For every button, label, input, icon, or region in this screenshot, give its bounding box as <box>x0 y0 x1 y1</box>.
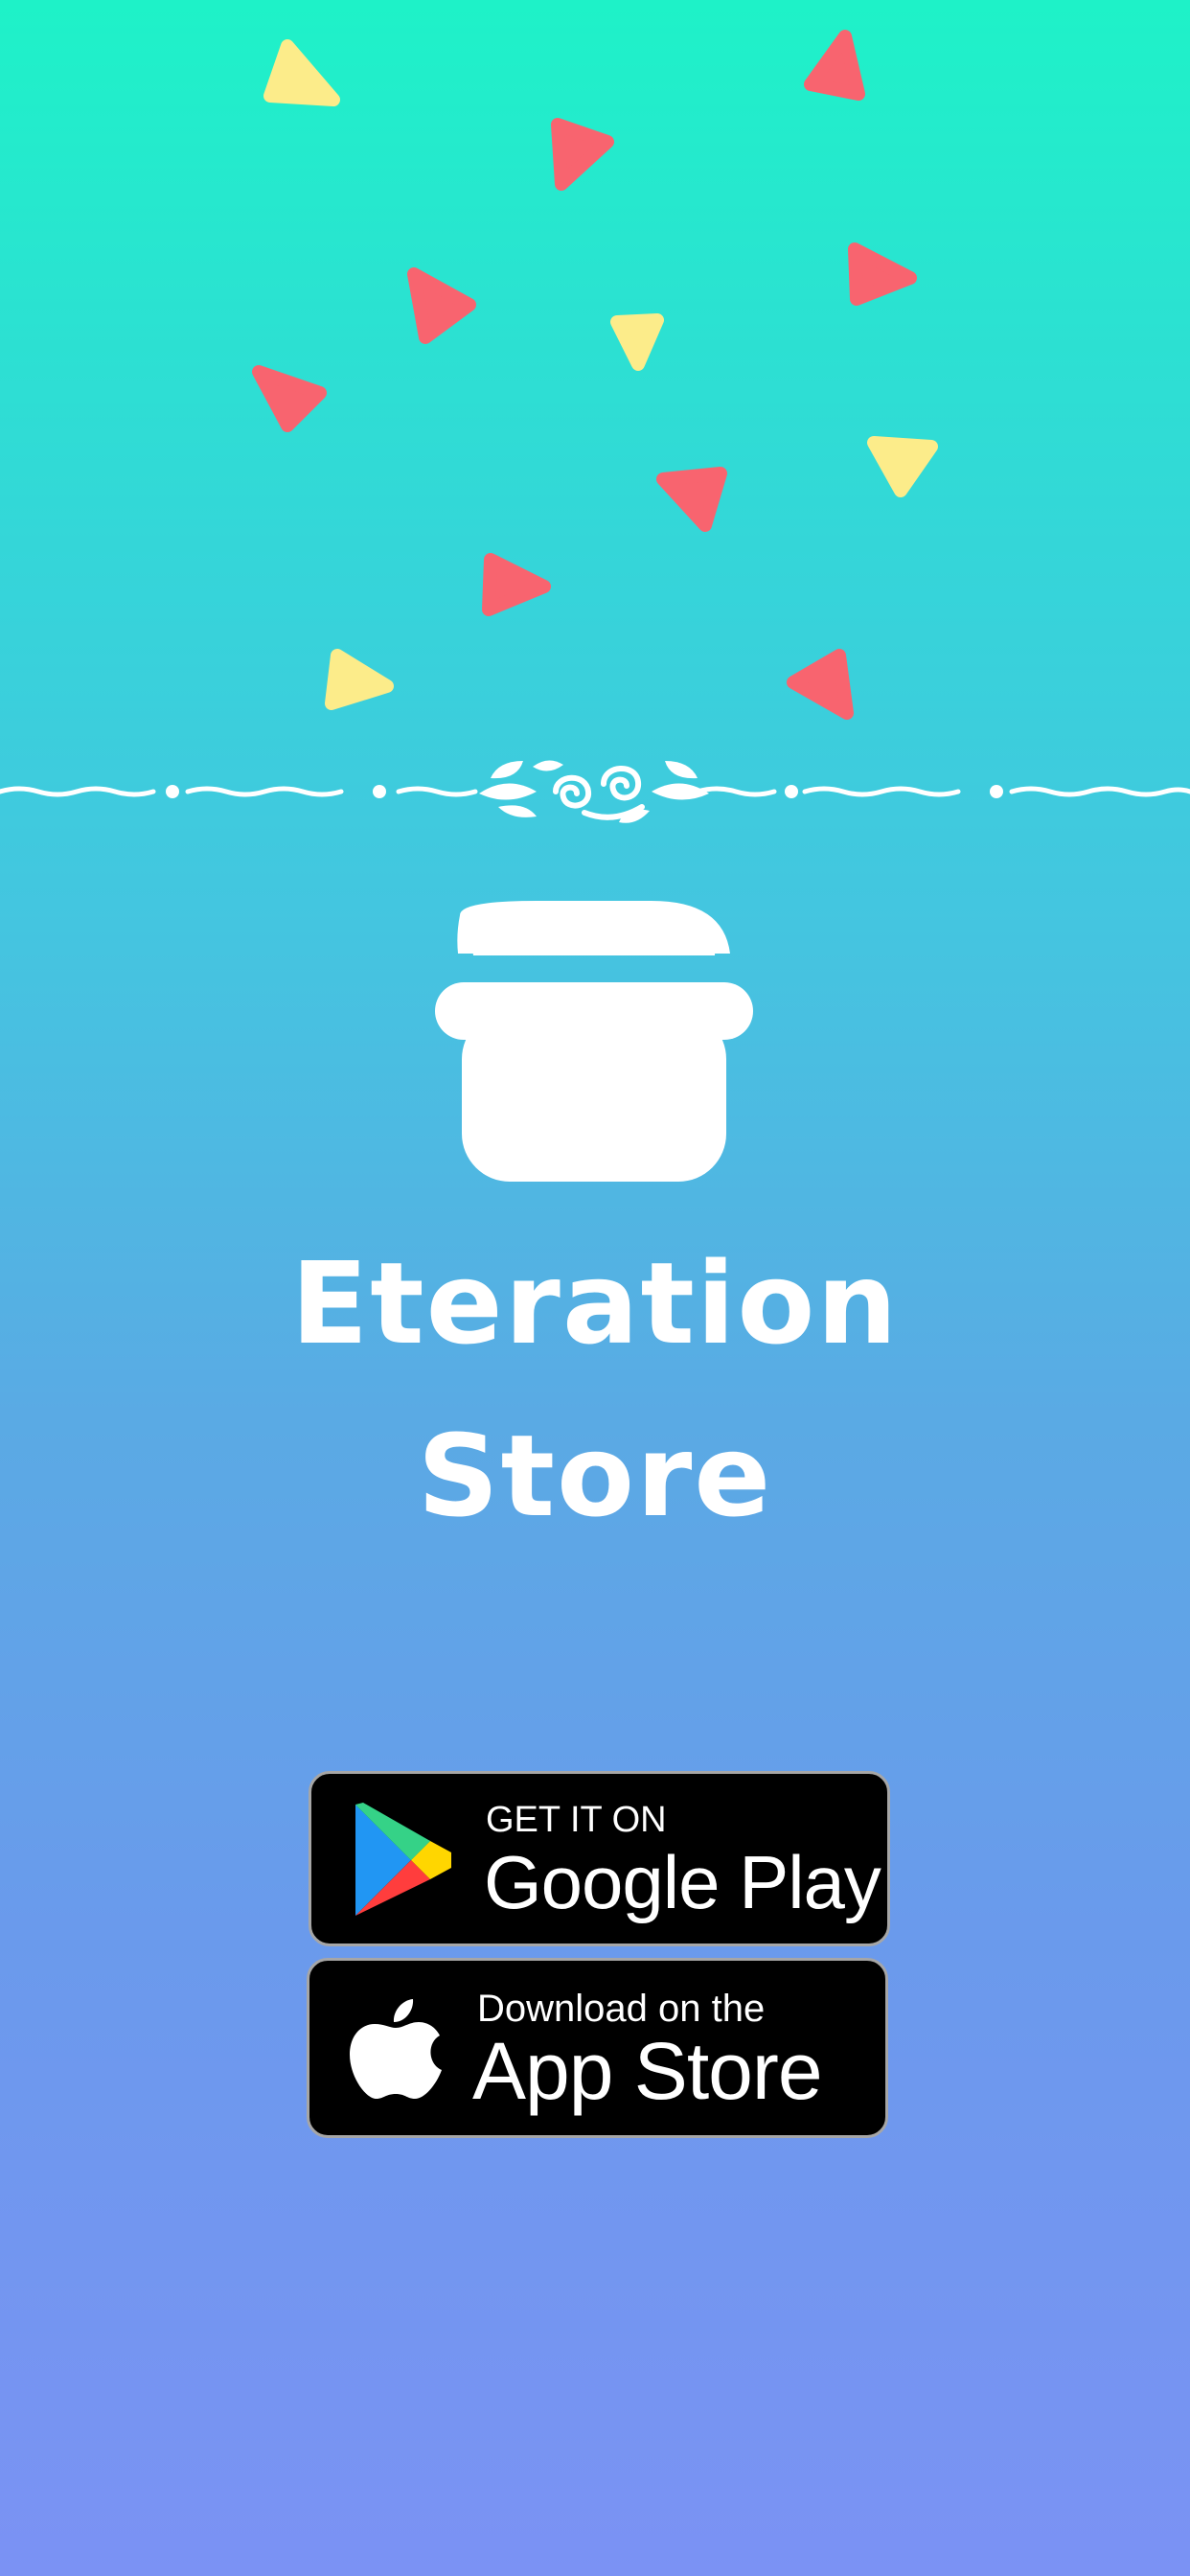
confetti-yellow-2 <box>610 313 664 371</box>
google-play-badge[interactable]: GET IT ON Google Play <box>309 1771 890 1946</box>
google-play-small-text: GET IT ON <box>486 1800 667 1840</box>
apple-icon <box>350 1999 442 2099</box>
app-title-line1: Eteration <box>290 1237 900 1369</box>
google-play-big-text: Google Play <box>484 1840 881 1924</box>
pot-icon <box>435 901 753 1182</box>
google-play-icon <box>355 1803 451 1916</box>
confetti-red-1 <box>804 30 865 101</box>
confetti-red-7 <box>482 553 551 616</box>
app-store-badge[interactable]: Download on the App Store <box>307 1958 888 2138</box>
confetti-red-2 <box>551 118 614 191</box>
confetti-red-8 <box>787 649 854 720</box>
confetti-yellow-1 <box>263 39 340 106</box>
confetti-yellow-4 <box>325 649 394 710</box>
confetti-red-6 <box>656 467 727 532</box>
app-title-line2: Store <box>417 1410 773 1542</box>
confetti-yellow-3 <box>867 436 938 497</box>
confetti-red-3 <box>848 242 917 306</box>
confetti-decoration <box>252 30 938 720</box>
app-title: Eteration Store <box>0 1217 1190 1562</box>
ornament-divider <box>0 760 1190 823</box>
confetti-red-5 <box>252 365 327 432</box>
app-store-big-text: App Store <box>472 2026 823 2116</box>
confetti-red-4 <box>407 267 476 344</box>
app-store-small-text: Download on the <box>477 1988 766 2030</box>
